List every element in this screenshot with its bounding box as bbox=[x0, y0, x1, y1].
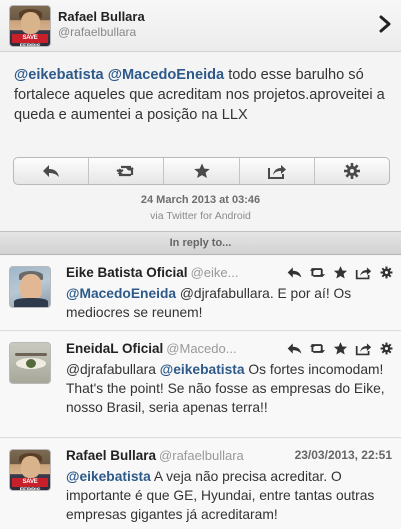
reply-author: Eike Batista Oficial @eike... bbox=[66, 265, 238, 280]
avatar-logo: SAVE FERRIS bbox=[12, 34, 48, 46]
reply-timestamp: 23/03/2013, 22:51 bbox=[294, 448, 392, 462]
retweet-icon bbox=[309, 267, 325, 277]
mention-link[interactable]: @eikebatista bbox=[66, 469, 151, 484]
settings-gear-icon bbox=[343, 163, 360, 179]
settings-button[interactable] bbox=[377, 264, 395, 280]
avatar[interactable] bbox=[9, 342, 51, 384]
reply-icon bbox=[287, 266, 301, 278]
reply-button[interactable] bbox=[285, 340, 303, 356]
main-tweet: @eikebatista @MacedoEneida todo esse bar… bbox=[0, 53, 401, 231]
chevron-right-icon[interactable] bbox=[378, 15, 392, 33]
mention-link[interactable]: @eikebatista bbox=[160, 362, 245, 377]
favorite-button[interactable] bbox=[331, 264, 349, 280]
reply-body-prefix: @djrafabullara bbox=[66, 362, 160, 377]
share-button[interactable] bbox=[354, 340, 372, 356]
profile-header[interactable]: SAVE FERRIS Rafael Bullara @rafaelbullar… bbox=[0, 0, 401, 52]
reply-author-name: Rafael Bullara bbox=[66, 448, 157, 463]
settings-gear-icon bbox=[380, 342, 392, 354]
favorite-star-icon bbox=[333, 265, 347, 278]
mention-link[interactable]: @MacedoEneida bbox=[108, 67, 224, 83]
reply-actions bbox=[281, 264, 395, 280]
avatar-brow bbox=[15, 353, 47, 356]
tweet-source: via Twitter for Android bbox=[150, 210, 251, 222]
avatar-shirt bbox=[14, 298, 48, 307]
reply-author-handle: @Macedo... bbox=[166, 341, 237, 356]
retweet-icon bbox=[309, 343, 325, 353]
reply-author-name: Eike Batista Oficial bbox=[66, 265, 188, 280]
mention-link[interactable]: @eikebatista bbox=[14, 67, 104, 83]
share-icon bbox=[355, 342, 371, 355]
favorite-star-icon bbox=[193, 163, 210, 178]
reply-text: @MacedoEneida @djrafabullara. E por aí! … bbox=[66, 284, 396, 322]
avatar[interactable]: SAVE FERRIS bbox=[9, 5, 51, 47]
avatar-iris bbox=[26, 359, 36, 368]
share-icon bbox=[355, 266, 371, 279]
reply-tweet[interactable]: EneidaL Oficial @Macedo... @djrafabullara… bbox=[0, 332, 401, 438]
share-button[interactable] bbox=[240, 158, 315, 184]
reply-author: Rafael Bullara @rafaelbullara bbox=[66, 448, 244, 463]
share-button[interactable] bbox=[354, 264, 372, 280]
tweet-timestamp: 24 March 2013 at 03:46 bbox=[140, 194, 261, 206]
in-reply-to-header: In reply to... bbox=[0, 231, 401, 255]
author-handle: @rafaelbullara bbox=[58, 25, 137, 39]
reply-tweet[interactable]: Eike Batista Oficial @eike... @MacedoEnei… bbox=[0, 256, 401, 331]
avatar-face bbox=[20, 274, 42, 301]
share-icon bbox=[267, 165, 286, 179]
reply-button[interactable] bbox=[14, 158, 90, 184]
retweet-button[interactable] bbox=[89, 158, 165, 184]
avatar-face bbox=[21, 456, 40, 478]
reply-icon bbox=[287, 342, 301, 354]
mention-link[interactable]: @MacedoEneida bbox=[66, 286, 176, 301]
favorite-button[interactable] bbox=[164, 158, 240, 184]
retweet-button[interactable] bbox=[308, 340, 326, 356]
tweet-action-bar bbox=[13, 157, 390, 185]
reply-button[interactable] bbox=[285, 264, 303, 280]
reply-tweet[interactable]: SAVE FERRIS Rafael Bullara @rafaelbullara… bbox=[0, 439, 401, 529]
reply-author: EneidaL Oficial @Macedo... bbox=[66, 341, 237, 356]
avatar[interactable]: SAVE FERRIS bbox=[9, 449, 51, 491]
author-name: Rafael Bullara bbox=[58, 9, 145, 24]
reply-actions bbox=[281, 340, 395, 356]
reply-author-handle: @rafaelbullara bbox=[159, 448, 244, 463]
settings-button[interactable] bbox=[377, 340, 395, 356]
tweet-text: @eikebatista @MacedoEneida todo esse bar… bbox=[14, 65, 392, 125]
avatar-logo: SAVE FERRIS bbox=[12, 478, 48, 490]
reply-author-name: EneidaL Oficial bbox=[66, 341, 164, 356]
favorite-star-icon bbox=[333, 341, 347, 354]
retweet-button[interactable] bbox=[308, 264, 326, 280]
avatar-face bbox=[21, 12, 40, 34]
reply-text: @djrafabullara @eikebatista Os fortes in… bbox=[66, 360, 396, 417]
reply-text: @eikebatista A veja não precisa acredita… bbox=[66, 467, 396, 524]
favorite-button[interactable] bbox=[331, 340, 349, 356]
retweet-icon bbox=[116, 165, 134, 177]
reply-icon bbox=[43, 165, 60, 177]
settings-gear-icon bbox=[380, 266, 392, 278]
avatar[interactable] bbox=[9, 266, 51, 308]
settings-button[interactable] bbox=[315, 158, 389, 184]
reply-author-handle: @eike... bbox=[190, 265, 239, 280]
